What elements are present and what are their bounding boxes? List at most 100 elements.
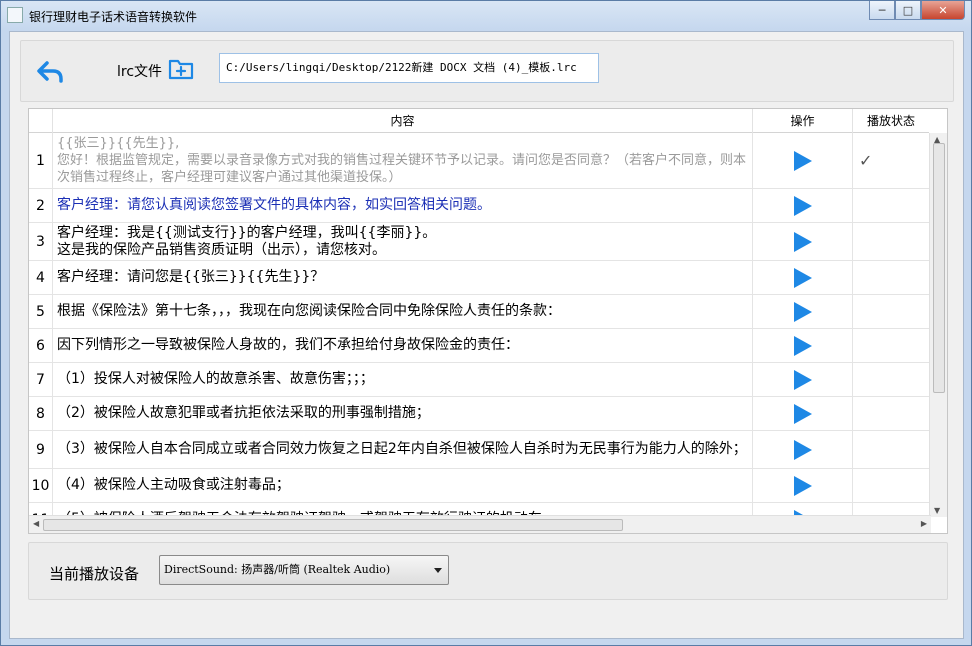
table-row[interactable]: 8 （2）被保险人故意犯罪或者抗拒依法采取的刑事强制措施；: [29, 397, 929, 431]
minimize-button[interactable]: ─: [869, 1, 895, 20]
play-icon[interactable]: [793, 475, 812, 496]
row-text: 客户经理：请问您是{{张三}}{{先生}}？: [57, 269, 325, 285]
device-select-value: DirectSound: 扬声器/听筒 (Realtek Audio): [164, 563, 391, 576]
row-action: [753, 189, 853, 222]
row-number: 10: [29, 469, 53, 502]
play-icon[interactable]: [793, 403, 812, 424]
row-action: [753, 295, 853, 328]
play-icon[interactable]: [793, 150, 812, 171]
table-row[interactable]: 6 因下列情形之一导致被保险人身故的，我们不承担给付身故保险金的责任：: [29, 329, 929, 363]
row-action: [753, 397, 853, 430]
row-content: 客户经理：请问您是{{张三}}{{先生}}？: [53, 261, 753, 294]
row-text: （2）被保险人故意犯罪或者抗拒依法采取的刑事强制措施；: [57, 405, 430, 421]
horizontal-scrollbar[interactable]: ◀ ▶: [29, 515, 931, 533]
row-content: {{张三}}{{先生}}, 您好！根据监管规定，需要以录音录像方式对我的销售过程…: [53, 133, 753, 188]
row-content: （2）被保险人故意犯罪或者抗拒依法采取的刑事强制措施；: [53, 397, 753, 430]
lrc-file-label: lrc文件: [117, 64, 163, 80]
play-icon[interactable]: [793, 439, 812, 460]
row-action: [753, 133, 853, 188]
column-header-action[interactable]: 操作: [753, 109, 853, 133]
play-icon[interactable]: [793, 335, 812, 356]
row-action: [753, 363, 853, 396]
row-text: 根据《保险法》第十七条，，，我现在向您阅读保险合同中免除保险人责任的条款：: [57, 303, 561, 319]
play-icon[interactable]: [793, 369, 812, 390]
row-action: [753, 469, 853, 502]
back-arrow-icon[interactable]: [35, 57, 65, 87]
device-panel: 当前播放设备 DirectSound: 扬声器/听筒 (Realtek Audi…: [28, 542, 948, 600]
row-status: ✓: [859, 151, 873, 170]
device-label: 当前播放设备: [49, 565, 140, 583]
row-number: 1: [29, 133, 53, 188]
file-toolbar: lrc文件 C:/Users/lingqi/Desktop/2122新建 DOC…: [20, 40, 954, 102]
row-number: 4: [29, 261, 53, 294]
table-row[interactable]: 4 客户经理：请问您是{{张三}}{{先生}}？: [29, 261, 929, 295]
row-status: [853, 261, 929, 294]
vertical-scrollbar[interactable]: ▲ ▼: [929, 133, 947, 517]
row-content: 因下列情形之一导致被保险人身故的，我们不承担给付身故保险金的责任：: [53, 329, 753, 362]
row-action: [753, 261, 853, 294]
row-text: （1）投保人对被保险人的故意杀害、故意伤害；；；: [57, 371, 374, 387]
folder-add-icon[interactable]: [167, 55, 195, 83]
scroll-left-icon[interactable]: ◀: [33, 519, 39, 528]
row-content: （4）被保险人主动吸食或注射毒品；: [53, 469, 753, 502]
row-number: 5: [29, 295, 53, 328]
row-status: [853, 223, 929, 260]
play-icon[interactable]: [793, 267, 812, 288]
script-table: 内容 操作 播放状态 1 {{张三}}{{先生}}, 您好！根据监管规定，需要以…: [28, 108, 948, 534]
row-number: 6: [29, 329, 53, 362]
row-number: 2: [29, 189, 53, 222]
row-text: {{张三}}{{先生}}, 您好！根据监管规定，需要以录音录像方式对我的销售过程…: [57, 136, 747, 185]
table-row[interactable]: 5 根据《保险法》第十七条，，，我现在向您阅读保险合同中免除保险人责任的条款：: [29, 295, 929, 329]
window-title: 银行理财电子话术语音转换软件: [29, 10, 198, 24]
row-status: [853, 431, 929, 468]
client-area: lrc文件 C:/Users/lingqi/Desktop/2122新建 DOC…: [9, 31, 964, 639]
row-text: 客户经理：请您认真阅读您签署文件的具体内容，如实回答相关问题。: [57, 197, 491, 213]
row-status: [853, 329, 929, 362]
row-content: 根据《保险法》第十七条，，，我现在向您阅读保险合同中免除保险人责任的条款：: [53, 295, 753, 328]
row-action: [753, 223, 853, 260]
row-number: 7: [29, 363, 53, 396]
play-icon[interactable]: [793, 301, 812, 322]
scroll-right-icon[interactable]: ▶: [921, 519, 927, 528]
close-button[interactable]: ✕: [921, 1, 965, 20]
scroll-down-icon[interactable]: ▼: [934, 506, 940, 515]
table-row[interactable]: 1 {{张三}}{{先生}}, 您好！根据监管规定，需要以录音录像方式对我的销售…: [29, 133, 929, 189]
device-select[interactable]: DirectSound: 扬声器/听筒 (Realtek Audio): [159, 555, 449, 585]
row-text: 客户经理：我是{{测试支行}}的客户经理，我叫{{李丽}}。 这是我的保险产品销…: [57, 224, 437, 258]
chevron-down-icon: [434, 568, 442, 573]
column-header-status[interactable]: 播放状态: [853, 109, 929, 133]
window-controls: ─ □ ✕: [869, 1, 965, 20]
app-icon: [7, 7, 23, 23]
table-header: 内容 操作 播放状态: [29, 109, 929, 133]
table-row[interactable]: 2 客户经理：请您认真阅读您签署文件的具体内容，如实回答相关问题。: [29, 189, 929, 223]
vertical-scroll-thumb[interactable]: [933, 143, 945, 393]
table-row[interactable]: 3 客户经理：我是{{测试支行}}的客户经理，我叫{{李丽}}。 这是我的保险产…: [29, 223, 929, 261]
row-text: （4）被保险人主动吸食或注射毒品；: [57, 477, 290, 493]
table-row[interactable]: 9 （3）被保险人自本合同成立或者合同效力恢复之日起2年内自杀但被保险人自杀时为…: [29, 431, 929, 469]
column-header-content[interactable]: 内容: [53, 109, 753, 133]
row-text: （3）被保险人自本合同成立或者合同效力恢复之日起2年内自杀但被保险人自杀时为无民…: [57, 441, 747, 457]
horizontal-scroll-thumb[interactable]: [43, 519, 623, 531]
title-bar[interactable]: 银行理财电子话术语音转换软件 ─ □ ✕: [1, 1, 971, 29]
row-status: [853, 295, 929, 328]
row-content: （1）投保人对被保险人的故意杀害、故意伤害；；；: [53, 363, 753, 396]
play-icon[interactable]: [793, 231, 812, 252]
row-status: [853, 469, 929, 502]
row-number-header: [29, 109, 53, 133]
lrc-path-input[interactable]: C:/Users/lingqi/Desktop/2122新建 DOCX 文档 (…: [219, 53, 599, 83]
app-window: 银行理财电子话术语音转换软件 ─ □ ✕ lrc文件 C:/Users/ling…: [0, 0, 972, 646]
table-row[interactable]: 7 （1）投保人对被保险人的故意杀害、故意伤害；；；: [29, 363, 929, 397]
row-content: 客户经理：我是{{测试支行}}的客户经理，我叫{{李丽}}。 这是我的保险产品销…: [53, 223, 753, 260]
row-status: [853, 397, 929, 430]
row-content: （3）被保险人自本合同成立或者合同效力恢复之日起2年内自杀但被保险人自杀时为无民…: [53, 431, 753, 468]
row-number: 9: [29, 431, 53, 468]
row-number: 8: [29, 397, 53, 430]
row-status: [853, 363, 929, 396]
row-action: [753, 329, 853, 362]
maximize-button[interactable]: □: [895, 1, 921, 20]
table-row[interactable]: 10 （4）被保险人主动吸食或注射毒品；: [29, 469, 929, 503]
row-number: 3: [29, 223, 53, 260]
play-icon[interactable]: [793, 195, 812, 216]
row-content: 客户经理：请您认真阅读您签署文件的具体内容，如实回答相关问题。: [53, 189, 753, 222]
row-text: 因下列情形之一导致被保险人身故的，我们不承担给付身故保险金的责任：: [57, 337, 519, 353]
